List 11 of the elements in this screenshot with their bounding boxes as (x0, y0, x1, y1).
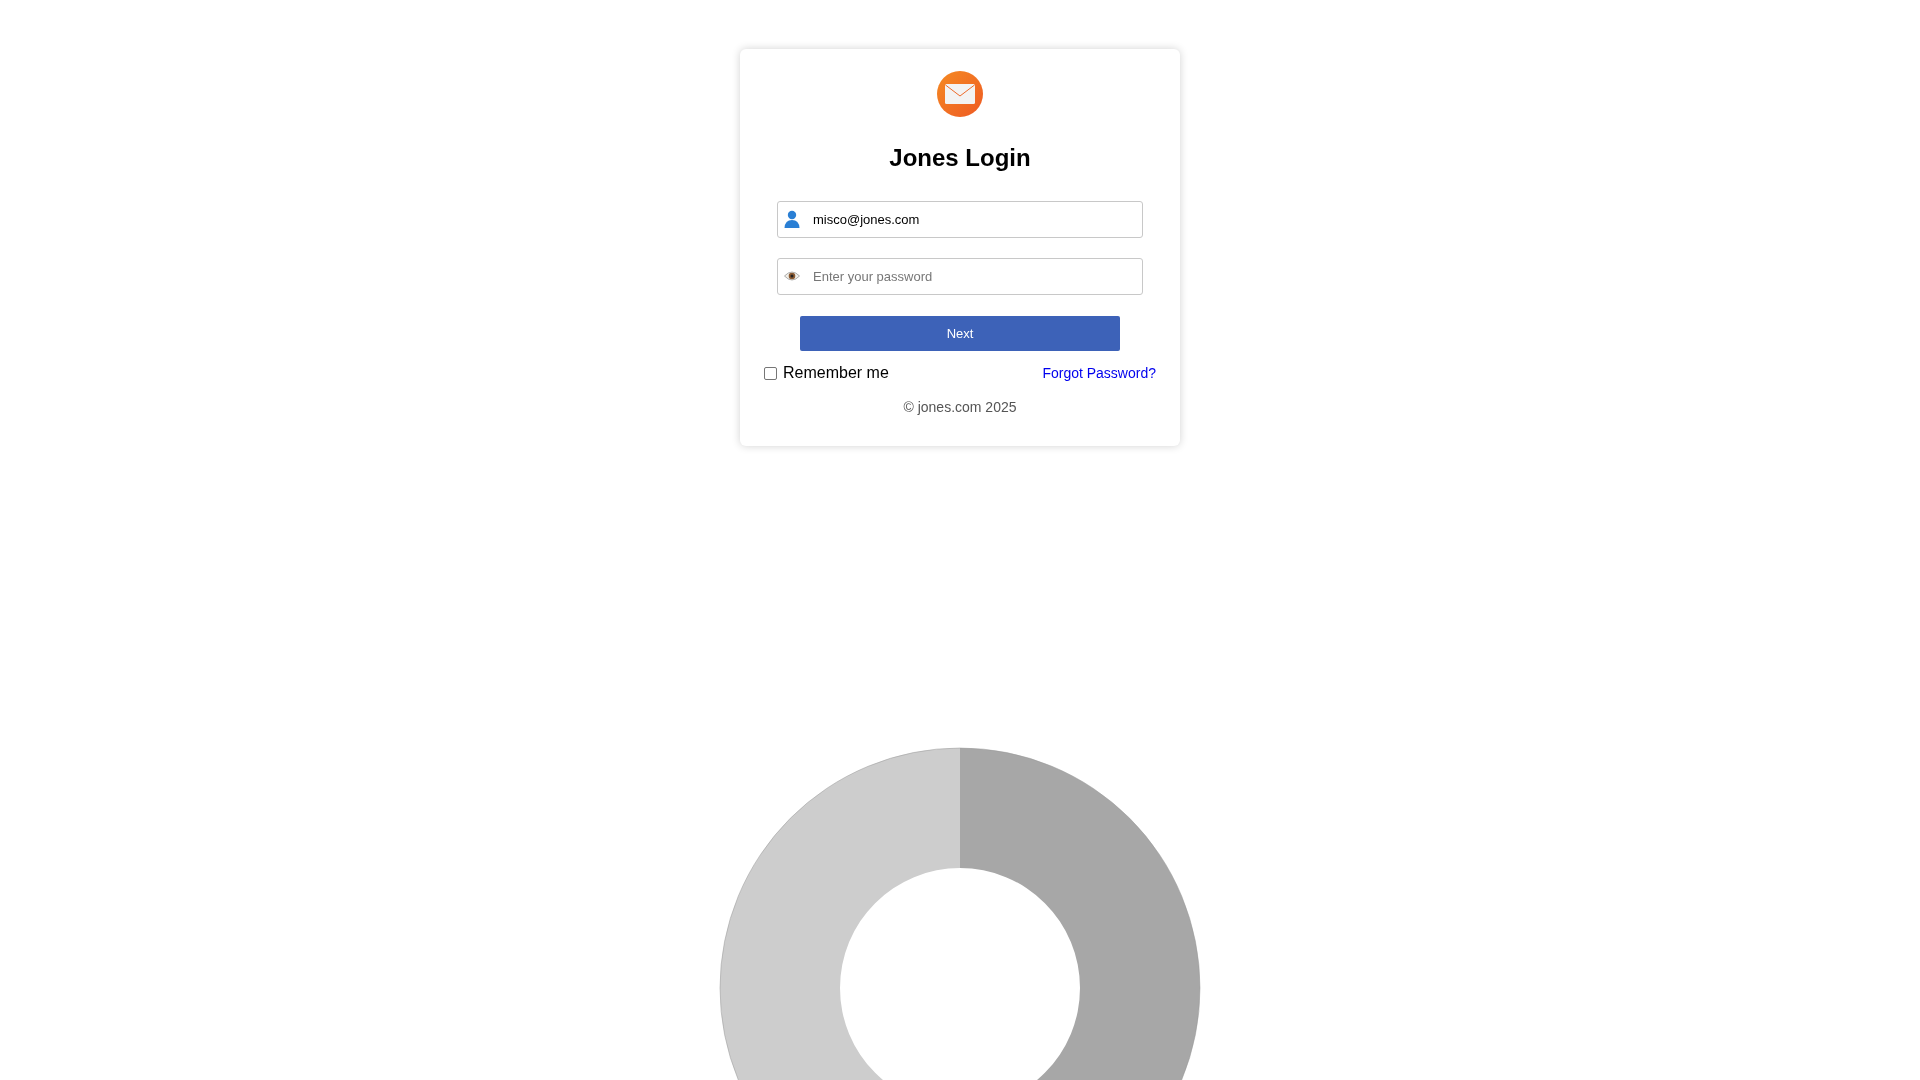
remember-me-checkbox[interactable] (764, 366, 777, 380)
password-field[interactable]: Enter your password (777, 258, 1143, 295)
eye-icon (784, 270, 800, 282)
next-button[interactable]: Next (800, 316, 1120, 351)
email-field[interactable]: misco@jones.com (777, 201, 1143, 238)
remember-me-label: Remember me (783, 363, 889, 383)
user-icon (784, 210, 800, 228)
forgot-password-link[interactable]: Forgot Password? (1042, 362, 1156, 384)
copyright-text: © jones.com 2025 (903, 398, 1017, 417)
envelope-logo-icon (937, 71, 983, 117)
login-title: Jones Login (889, 146, 1031, 170)
